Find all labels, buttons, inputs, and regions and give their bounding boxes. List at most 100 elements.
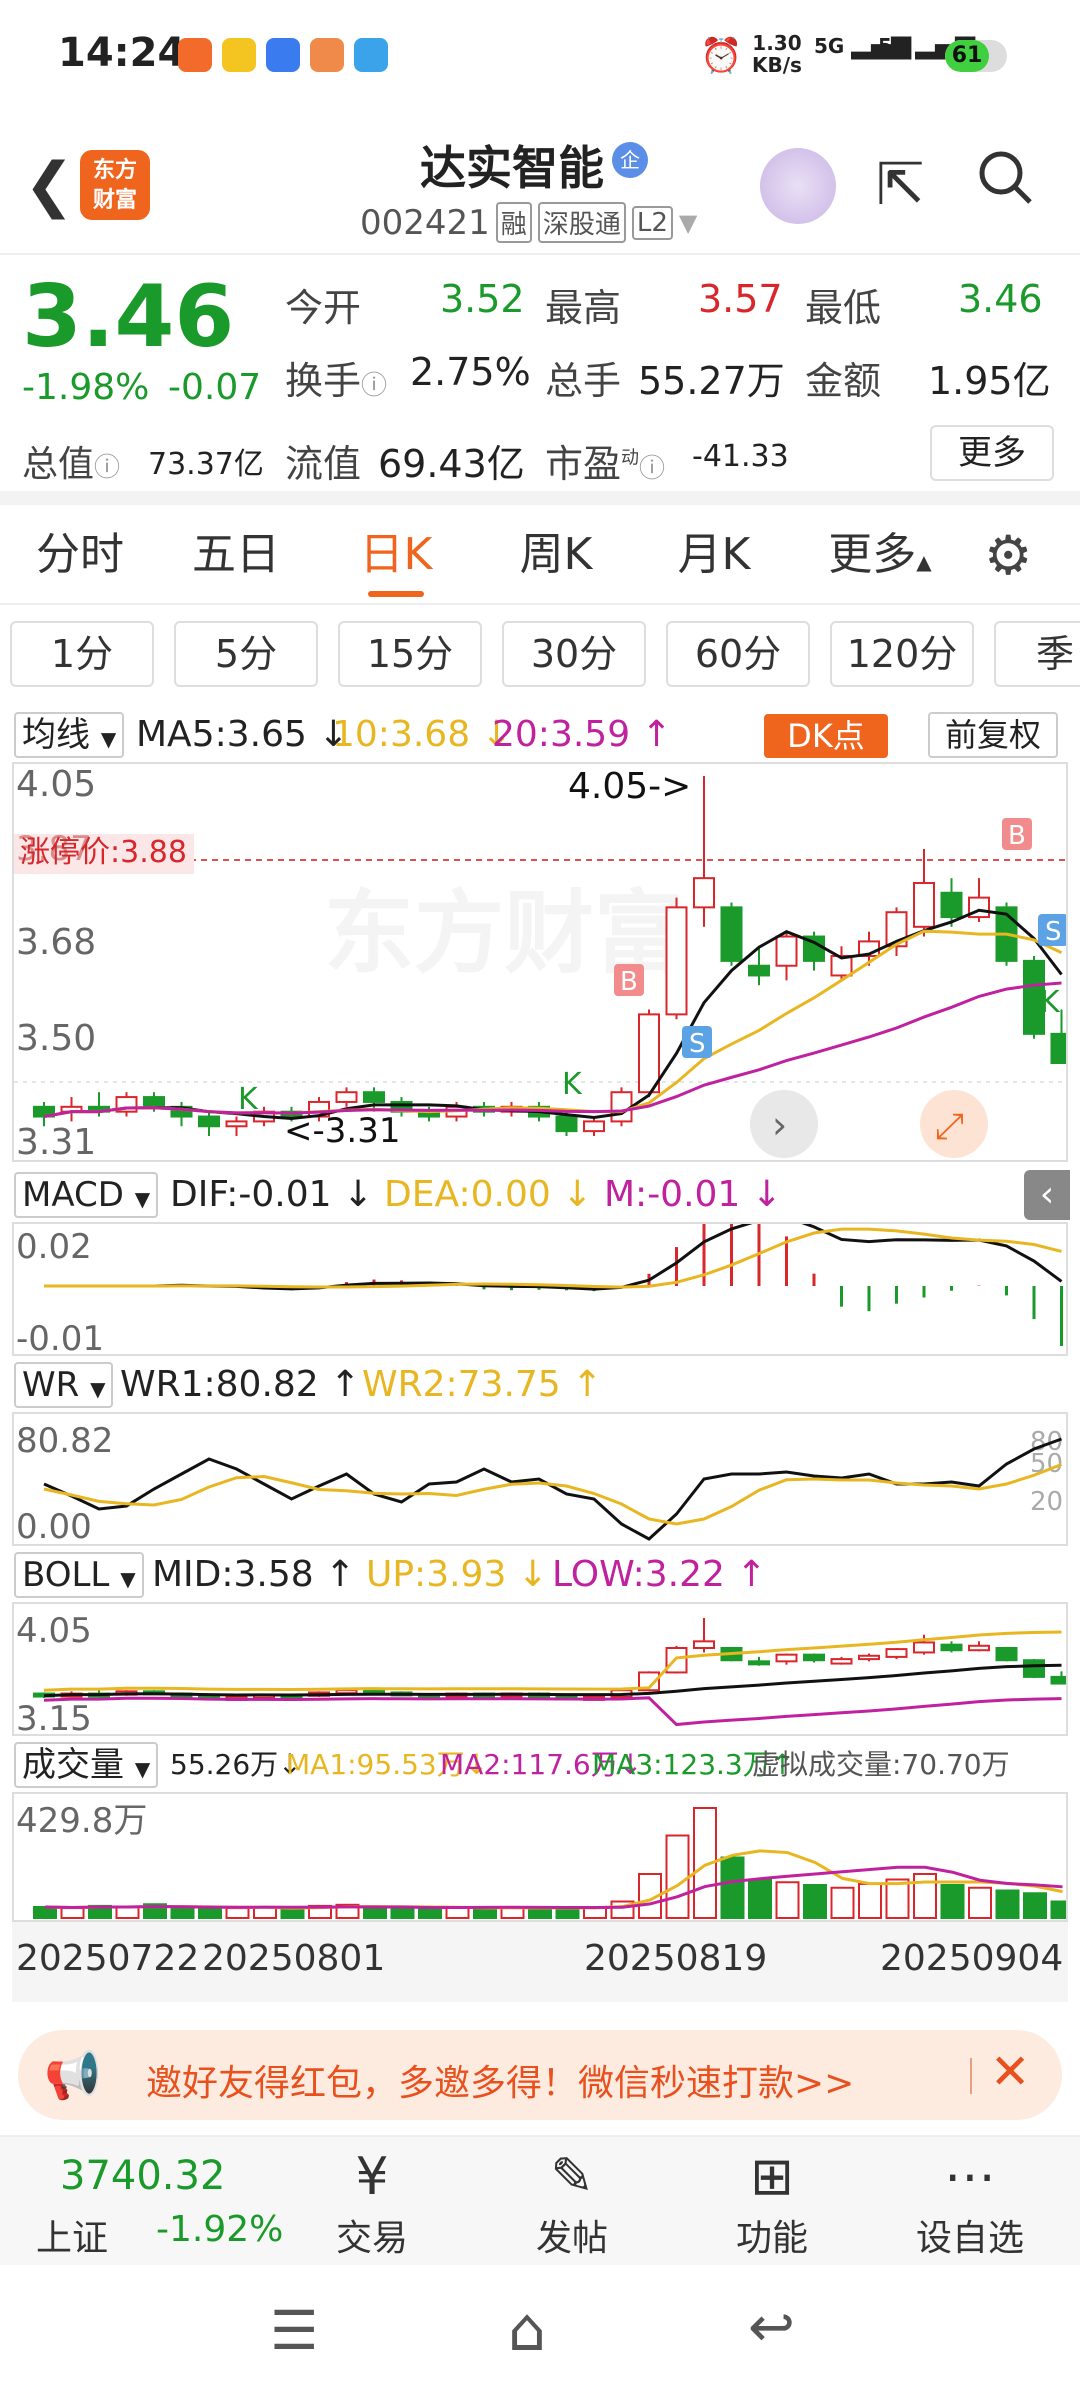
home-icon[interactable]: ⌂	[508, 2295, 546, 2365]
candle-body	[693, 877, 715, 909]
boll-candle-body	[995, 1647, 1018, 1662]
chevron-down-icon: ▼	[100, 727, 117, 751]
volume-ma2-line	[44, 1865, 1063, 1910]
volume-current: 55.26万↓	[170, 1748, 302, 1781]
volume-bar	[363, 1906, 387, 1919]
turnover-label: 换手ⓘ	[285, 350, 387, 405]
net-speed-value: 1.30	[752, 31, 802, 55]
chevron-down-icon: ▼	[134, 1187, 151, 1211]
function-button[interactable]: ⊞ 功能	[702, 2145, 842, 2261]
eastmoney-logo[interactable]: 东方 财富	[80, 150, 150, 220]
wr-select[interactable]: WR ▼	[14, 1362, 114, 1408]
period-15min[interactable]: 15分	[338, 621, 482, 687]
mcap-value: 73.37亿	[148, 447, 264, 482]
info-icon[interactable]: ⓘ	[639, 454, 665, 484]
high-label: 最高	[545, 286, 622, 330]
macd-y-top: 0.02	[16, 1227, 92, 1267]
dk-point-button[interactable]: DK点	[764, 714, 888, 758]
back-nav-icon[interactable]: ↩	[748, 2295, 795, 2360]
period-30min[interactable]: 30分	[502, 621, 646, 687]
volume-select-label: 成交量	[22, 1745, 124, 1785]
alarm-icon: ⏰	[700, 36, 743, 76]
index-ticker[interactable]: 3740.32 上证 -1.92%	[0, 2137, 283, 2265]
period-120min[interactable]: 120分	[830, 621, 974, 687]
bottom-toolbar: 3740.32 上证 -1.92% ¥ 交易 ✎ 发帖 ⊞ 功能 ⋯ 设自选	[0, 2135, 1080, 2265]
boll-candle-body	[913, 1641, 935, 1654]
volume-bar	[555, 1908, 580, 1919]
more-button[interactable]: 更多	[930, 425, 1054, 481]
dropdown-icon[interactable]: ▼	[679, 209, 697, 237]
signal-1-label: 5G	[814, 34, 845, 58]
volume-bar	[775, 1881, 800, 1919]
volume-bar	[748, 1878, 772, 1919]
connect-tag: 深股通	[537, 202, 626, 243]
boll-chart: 4.05 3.15	[12, 1602, 1073, 1739]
period-60min[interactable]: 60分	[666, 621, 810, 687]
collapse-panel-icon[interactable]: ‹	[1024, 1170, 1070, 1220]
volume-bar	[115, 1906, 140, 1919]
info-icon[interactable]: ⓘ	[361, 371, 387, 401]
back-icon[interactable]: ❮	[24, 150, 74, 220]
menu-icon[interactable]: ☰	[270, 2299, 318, 2362]
post-button[interactable]: ✎ 发帖	[502, 2145, 642, 2261]
tab-weekly-k[interactable]: 周K	[496, 505, 616, 605]
date-label: 20250801	[202, 1938, 386, 1979]
candle-body	[748, 964, 770, 977]
wr2-value: WR2:73.75 ↑	[362, 1364, 603, 1405]
tab-more[interactable]: 更多▲	[820, 505, 940, 605]
boll-select[interactable]: BOLL ▼	[14, 1552, 144, 1598]
period-1min[interactable]: 1分	[10, 621, 154, 687]
wr-select-label: WR	[22, 1365, 80, 1405]
macd-select[interactable]: MACD ▼	[14, 1172, 159, 1218]
buy-marker-label: B	[1008, 821, 1026, 851]
assistant-avatar-icon[interactable]	[760, 148, 836, 224]
pe-superscript: 动	[621, 447, 640, 469]
tab-five-day[interactable]: 五日	[176, 505, 296, 605]
add-watchlist-button[interactable]: ⋯ 设自选	[900, 2145, 1040, 2261]
last-price: 3.46	[22, 267, 235, 367]
wr-svg: 80.82 0.00 80 50 20	[16, 1421, 1063, 1547]
dea-line	[44, 1227, 1062, 1289]
ma-select[interactable]: 均线 ▼	[14, 712, 125, 758]
y-tick-387: 3.87	[16, 829, 92, 869]
period-quarter[interactable]: 季	[994, 621, 1080, 687]
float-value: 69.43亿	[378, 442, 525, 486]
index-change: -1.92%	[156, 2209, 284, 2250]
volume-bar	[473, 1907, 497, 1919]
net-speed-unit: KB/s	[752, 53, 802, 77]
kline-chart[interactable]: 东方财富 涨停价:3.88 4.05 3.87 3.68 3.50 3.31 4…	[12, 762, 1073, 1163]
period-selector: 1分 5分 15分 30分 60分 120分 季	[0, 615, 1080, 695]
share-icon[interactable]: ⇱	[876, 150, 925, 218]
sell-marker-label: S	[689, 1029, 706, 1059]
boll-candle-body	[830, 1658, 853, 1665]
tab-monthly-k[interactable]: 月K	[654, 505, 774, 605]
l2-tag: L2	[631, 205, 673, 240]
trade-button[interactable]: ¥ 交易	[302, 2145, 442, 2261]
amount-label: 金额	[805, 359, 882, 403]
boll-y-bottom: 3.15	[16, 1699, 92, 1734]
divider	[970, 2058, 972, 2094]
tab-daily-k[interactable]: 日K	[336, 505, 456, 605]
boll-candle-body	[748, 1660, 770, 1666]
search-icon[interactable]	[976, 148, 1034, 206]
boll-legend: BOLL ▼ MID:3.58 ↑ UP:3.93 ↓ LOW:3.22 ↑	[0, 1550, 1080, 1600]
volume-bar	[995, 1889, 1020, 1919]
tab-intraday[interactable]: 分时	[20, 505, 140, 605]
info-icon[interactable]: ⓘ	[94, 453, 120, 483]
status-bar: 14:24 ⏰ 1.30 KB/s 5G ▂▄▆ 5G ▂▄▆ 61	[0, 0, 1080, 110]
promo-banner[interactable]: 📢 邀好友得红包，多邀多得！微信秒速打款>> ✕	[18, 2030, 1062, 2120]
wr1-value: WR1:80.82 ↑	[120, 1364, 361, 1405]
volume-select[interactable]: 成交量 ▼	[14, 1742, 159, 1788]
candle-body	[363, 1091, 385, 1103]
index-name: 上证	[36, 2218, 109, 2259]
price-adjust-button[interactable]: 前复权	[928, 712, 1058, 758]
triangle-up-icon: ▲	[916, 550, 932, 574]
index-value: 3740.32	[60, 2153, 226, 2199]
boll-candle-body	[775, 1653, 798, 1663]
float-label: 流值	[285, 442, 362, 486]
period-5min[interactable]: 5分	[174, 621, 318, 687]
close-icon[interactable]: ✕	[990, 2044, 1030, 2100]
volume-ma1-line	[44, 1849, 1063, 1910]
post-label: 发帖	[535, 2218, 608, 2259]
settings-gear-icon[interactable]: ⚙	[984, 529, 1032, 583]
